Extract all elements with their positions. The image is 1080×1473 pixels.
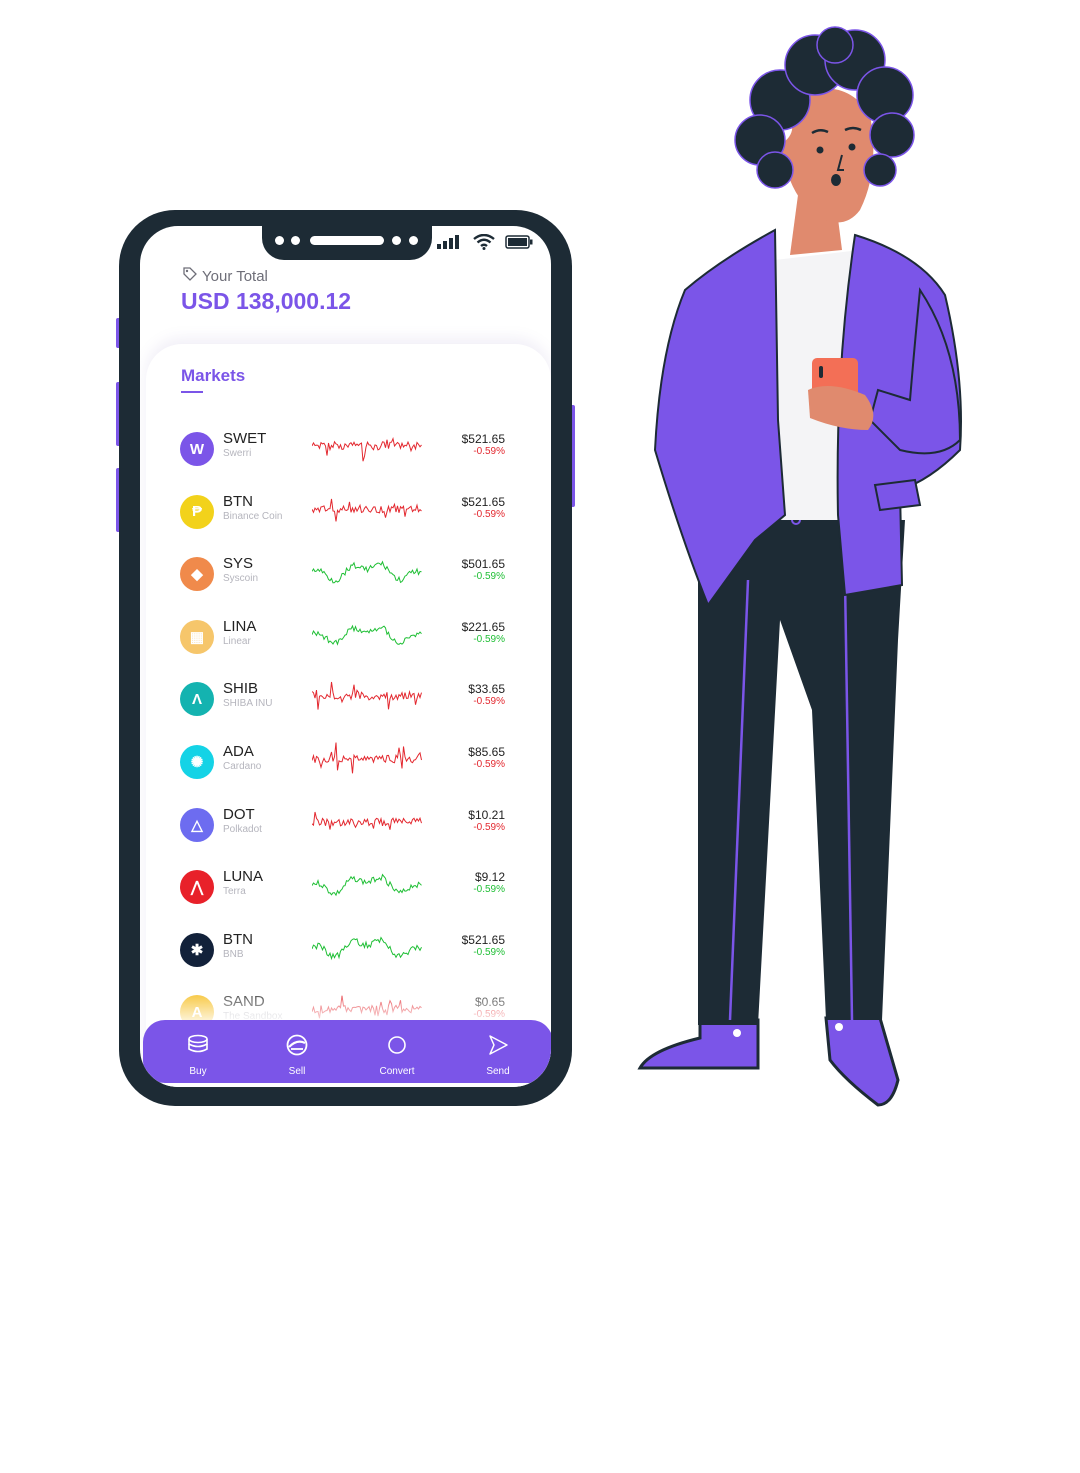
wifi-icon bbox=[473, 233, 495, 255]
coin-name: Terra bbox=[223, 886, 246, 898]
coin-change: -0.59% bbox=[473, 759, 505, 770]
terra-coin-icon: ⋀ bbox=[180, 870, 214, 905]
nav-send-button[interactable]: Send bbox=[458, 1020, 538, 1083]
coin-change: -0.59% bbox=[473, 884, 505, 896]
phone-frame: Your Total USD 138,000.12 Markets W SWET S… bbox=[119, 210, 572, 1106]
list-fade bbox=[146, 984, 551, 1024]
price-sparkline bbox=[312, 811, 422, 830]
market-row[interactable]: W SWET Swerri $521.65 -0.59% bbox=[180, 430, 505, 470]
coin-symbol: SYS bbox=[223, 555, 254, 573]
coin-symbol: SWET bbox=[223, 430, 267, 447]
coin-change: -0.59% bbox=[473, 696, 505, 708]
price-sparkline bbox=[312, 742, 422, 774]
total-label: Your Total bbox=[182, 266, 268, 286]
coin-price: $33.65 bbox=[468, 682, 505, 697]
coin-price: $521.65 bbox=[461, 932, 505, 947]
coin-change: -0.59% bbox=[473, 508, 505, 520]
total-label-text: Your Total bbox=[202, 267, 268, 285]
coin-price: $9.12 bbox=[474, 870, 505, 885]
market-row[interactable]: ₱ BTN Binance Coin $521.65 -0.59% bbox=[180, 493, 505, 533]
price-sparkline bbox=[312, 560, 422, 584]
coin-price: $10.21 bbox=[468, 807, 505, 822]
send-arrow-icon bbox=[486, 1034, 510, 1056]
price-sparkline bbox=[312, 936, 422, 960]
coin-name: BNB bbox=[223, 948, 244, 960]
coin-symbol: LUNA bbox=[223, 868, 264, 886]
right-shoe bbox=[824, 1016, 900, 1107]
coin-price: $221.65 bbox=[461, 619, 505, 634]
phone-screen: Your Total USD 138,000.12 Markets W SWET S… bbox=[140, 226, 551, 1087]
market-row[interactable]: ✺ ADA Cardano $85.65 -0.59% bbox=[180, 742, 505, 783]
coin-change: -0.59% bbox=[473, 821, 505, 833]
battery-icon bbox=[505, 235, 533, 254]
left-shoe bbox=[637, 1018, 760, 1070]
bnb-coin-icon: ✱ bbox=[180, 932, 214, 967]
coin-price: $85.65 bbox=[468, 745, 505, 759]
nav-sell-label: Sell bbox=[288, 1066, 306, 1077]
swerri-coin-icon: W bbox=[180, 432, 214, 466]
market-row[interactable]: ⋀ LUNA Terra $9.12 -0.59% bbox=[180, 868, 505, 908]
coin-symbol: BTN bbox=[223, 492, 253, 510]
person-illustration bbox=[630, 20, 980, 1120]
price-sparkline bbox=[312, 498, 422, 522]
coin-name: Binance Coin bbox=[223, 510, 283, 522]
linear-coin-icon: ▦ bbox=[180, 619, 214, 654]
price-sparkline bbox=[312, 624, 422, 646]
signal-icon bbox=[437, 235, 463, 254]
cardano-coin-icon: ✺ bbox=[180, 745, 214, 779]
coin-name: Syscoin bbox=[223, 573, 259, 585]
polkadot-coin-icon: △ bbox=[180, 807, 214, 842]
market-row[interactable]: △ DOT Polkadot $10.21 -0.59% bbox=[180, 806, 505, 846]
coin-name: Swerri bbox=[223, 448, 252, 459]
market-row[interactable]: Λ SHIB SHIBA INU $33.65 -0.59% bbox=[180, 680, 505, 720]
status-bar bbox=[437, 233, 533, 255]
nav-convert-label: Convert bbox=[379, 1066, 415, 1077]
coin-symbol: ADA bbox=[223, 743, 254, 760]
tag-icon bbox=[182, 266, 198, 286]
price-sparkline bbox=[312, 437, 422, 462]
tab-markets[interactable]: Markets bbox=[181, 366, 245, 386]
sell-coin-icon bbox=[285, 1034, 309, 1056]
coin-symbol: LINA bbox=[223, 617, 257, 635]
nav-sell-button[interactable]: Sell bbox=[257, 1020, 337, 1083]
coin-symbol: BTN bbox=[223, 930, 253, 948]
coin-change: -0.59% bbox=[473, 633, 505, 645]
coin-price: $521.65 bbox=[461, 494, 505, 509]
nav-buy-button[interactable]: Buy bbox=[158, 1020, 238, 1083]
coin-name: Polkadot bbox=[223, 823, 262, 835]
price-sparkline bbox=[312, 873, 422, 897]
coin-change: -0.59% bbox=[473, 571, 505, 583]
coin-symbol: DOT bbox=[223, 805, 255, 823]
market-row[interactable]: ✱ BTN BNB $521.65 -0.59% bbox=[180, 931, 505, 971]
tab-markets-underline bbox=[181, 391, 203, 393]
bottom-nav: Buy Sell Convert Send bbox=[143, 1020, 551, 1083]
shiba-coin-icon: Λ bbox=[180, 682, 214, 717]
coin-name: SHIBA INU bbox=[223, 698, 273, 710]
market-row[interactable]: ◆ SYS Syscoin $501.65 -0.59% bbox=[180, 555, 505, 595]
nav-buy-label: Buy bbox=[189, 1066, 207, 1077]
nav-convert-button[interactable]: Convert bbox=[357, 1020, 437, 1083]
market-row[interactable]: ▦ LINA Linear $221.65 -0.59% bbox=[180, 618, 505, 658]
coins-stack-icon bbox=[186, 1034, 210, 1056]
coin-change: -0.59% bbox=[473, 946, 505, 958]
coin-price: $521.65 bbox=[461, 432, 505, 446]
syscoin-icon: ◆ bbox=[180, 557, 214, 592]
coin-price: $501.65 bbox=[461, 557, 505, 572]
price-sparkline bbox=[312, 682, 422, 711]
total-balance: USD 138,000.12 bbox=[181, 288, 352, 314]
markets-card: Markets W SWET Swerri $521.65 -0.59% ₱ BTN Bina… bbox=[146, 344, 551, 1087]
coin-change: -0.59% bbox=[473, 446, 505, 457]
trousers bbox=[698, 520, 905, 1025]
coin-name: Linear bbox=[223, 635, 251, 647]
coin-name: Cardano bbox=[223, 761, 262, 772]
coin-symbol: SHIB bbox=[223, 680, 259, 698]
binance-coin-icon: ₱ bbox=[180, 494, 214, 529]
phone-notch bbox=[262, 226, 432, 260]
convert-circle-icon bbox=[385, 1034, 409, 1056]
nav-send-label: Send bbox=[486, 1066, 510, 1077]
